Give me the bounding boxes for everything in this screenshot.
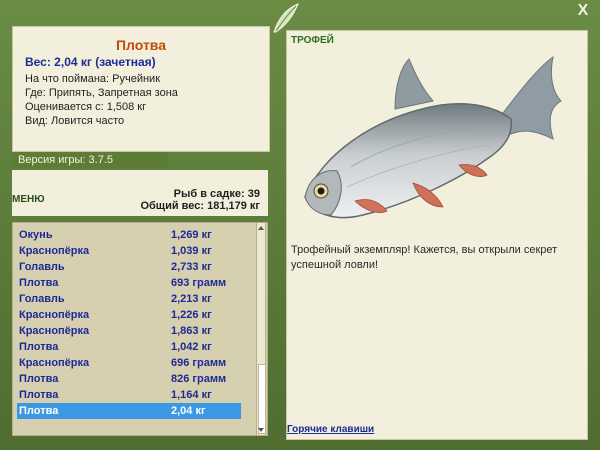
list-item[interactable]: Краснопёрка 1,039 кг — [17, 243, 241, 259]
catch-list[interactable]: Окунь 1,269 кг Краснопёрка 1,039 кг Гола… — [12, 222, 268, 436]
list-item-selected[interactable]: Плотва 2,04 кг — [17, 403, 241, 419]
list-item-weight: 696 грамм — [171, 357, 227, 369]
detail-frequency: Вид: Ловится часто — [25, 115, 125, 127]
list-item-weight: 826 грамм — [171, 373, 227, 385]
list-item[interactable]: Плотва 826 грамм — [17, 371, 241, 387]
list-item-name: Краснопёрка — [19, 309, 90, 321]
list-item-name: Голавль — [19, 261, 65, 273]
hotkeys-link[interactable]: Горячие клавиши — [287, 424, 374, 435]
stats-area: Рыб в садке: 39 Общий вес: 181,179 кг — [12, 170, 268, 216]
list-item-name: Краснопёрка — [19, 325, 90, 337]
total-weight: Общий вес: 181,179 кг — [140, 200, 260, 212]
detail-bait: На что поймана: Ручейник — [25, 73, 161, 85]
detail-location: Где: Припять, Запретная зона — [25, 87, 178, 99]
list-item[interactable]: Краснопёрка 696 грамм — [17, 355, 241, 371]
list-item-weight: 1,269 кг — [171, 229, 212, 241]
list-item-name: Плотва — [19, 341, 59, 353]
list-item-name: Краснопёрка — [19, 357, 90, 369]
list-item[interactable]: Голавль 2,213 кг — [17, 291, 241, 307]
detail-min-weight: Оценивается с: 1,508 кг — [25, 101, 147, 113]
list-item-weight: 1,863 кг — [171, 325, 212, 337]
list-item-weight: 693 грамм — [171, 277, 227, 289]
list-item-weight: 1,042 кг — [171, 341, 212, 353]
list-item[interactable]: Плотва 1,042 кг — [17, 339, 241, 355]
list-item[interactable]: Плотва 693 грамм — [17, 275, 241, 291]
list-item[interactable]: Плотва 1,164 кг — [17, 387, 241, 403]
list-item[interactable]: Краснопёрка 1,226 кг — [17, 307, 241, 323]
list-item-weight: 2,04 кг — [171, 405, 206, 417]
scroll-down-icon[interactable] — [258, 428, 264, 432]
version-label: Версия игры: 3.7.5 — [12, 152, 168, 168]
trophy-description: Трофейный экземпляр! Кажется, вы открыли… — [291, 244, 558, 271]
list-item-name: Плотва — [19, 405, 59, 417]
list-item-name: Краснопёрка — [19, 245, 90, 257]
list-item-name: Плотва — [19, 277, 59, 289]
close-icon: X — [577, 2, 589, 19]
menu-button[interactable]: МЕНЮ — [12, 194, 45, 205]
close-button[interactable]: X — [574, 2, 592, 20]
list-item-name: Окунь — [19, 229, 53, 241]
list-item[interactable]: Голавль 2,733 кг — [17, 259, 241, 275]
list-item[interactable]: Окунь 1,269 кг — [17, 227, 241, 243]
list-item-weight: 2,733 кг — [171, 261, 212, 273]
fish-info-panel: Плотва Вес: 2,04 кг (зачетная) На что по… — [12, 26, 270, 152]
trophy-label: ТРОФЕЙ — [291, 35, 334, 46]
list-item-name: Голавль — [19, 293, 65, 305]
list-item-name: Плотва — [19, 389, 59, 401]
list-item-weight: 2,213 кг — [171, 293, 212, 305]
trophy-fish-image — [304, 55, 562, 219]
list-item[interactable]: Краснопёрка 1,863 кг — [17, 323, 241, 339]
fish-name: Плотва — [115, 37, 167, 53]
scroll-up-icon[interactable] — [258, 226, 264, 230]
list-item-weight: 1,164 кг — [171, 389, 212, 401]
list-item-weight: 1,226 кг — [171, 309, 212, 321]
list-item-name: Плотва — [19, 373, 59, 385]
scroll-thumb[interactable] — [258, 364, 266, 434]
list-item-weight: 1,039 кг — [171, 245, 212, 257]
fish-count: Рыб в садке: 39 — [173, 188, 260, 200]
list-scrollbar[interactable] — [256, 222, 266, 436]
fish-weight: Вес: 2,04 кг (зачетная) — [25, 55, 156, 69]
trophy-panel: ТРОФЕЙ Трофейный экземпляр! Кажется, вы … — [286, 30, 588, 440]
